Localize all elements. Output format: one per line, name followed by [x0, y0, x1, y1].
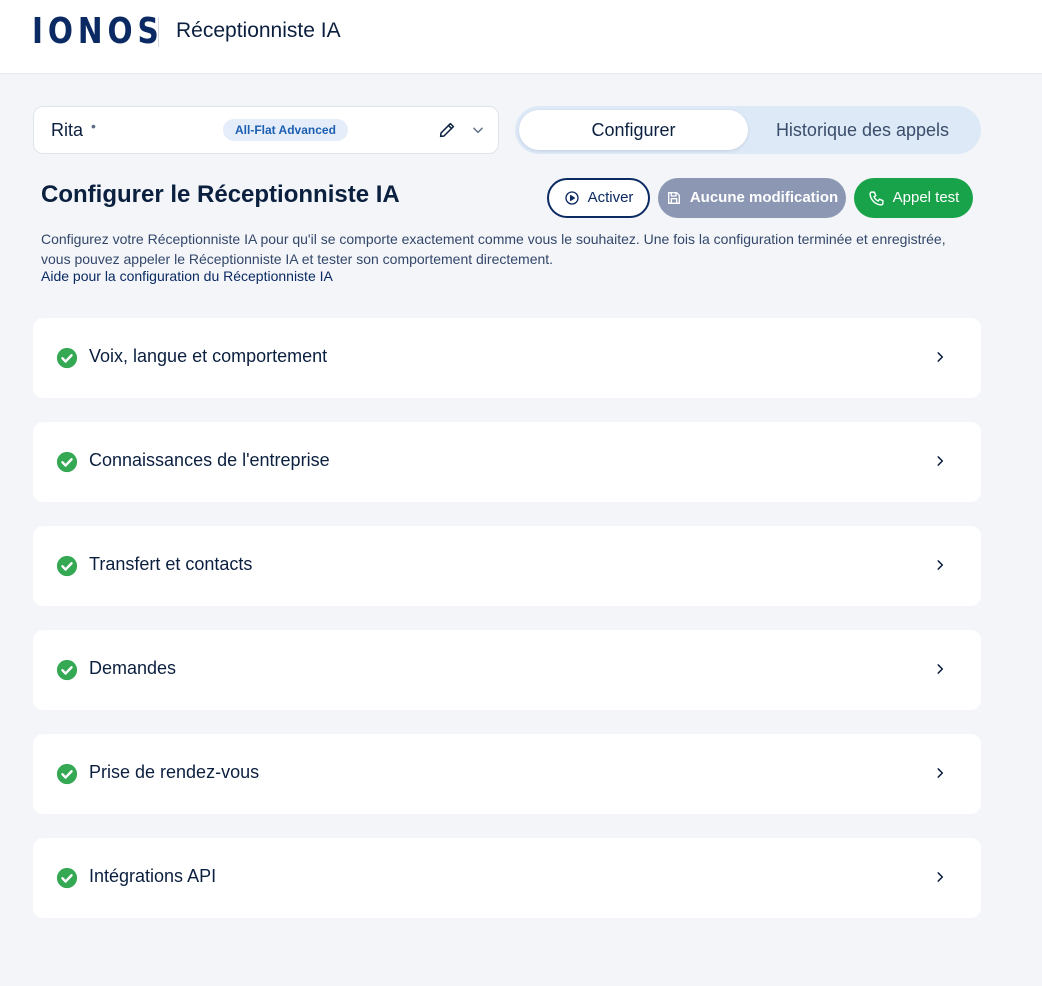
agent-separator: •	[91, 118, 96, 134]
activate-label: Activer	[587, 189, 634, 206]
check-circle-icon	[56, 451, 78, 473]
chevron-right-icon	[937, 352, 944, 362]
check-circle-icon	[56, 763, 78, 785]
save-button[interactable]: Aucune modification	[658, 178, 846, 218]
chevron-right-icon	[937, 872, 944, 882]
agent-selector[interactable]: Rita • All-Flat Advanced	[33, 106, 499, 154]
card-label: Intégrations API	[89, 866, 217, 886]
card-label: Voix, langue et comportement	[89, 346, 328, 366]
floppy-disk-icon	[667, 192, 680, 204]
card-label: Demandes	[89, 658, 177, 678]
save-label: Aucune modification	[689, 189, 839, 206]
config-card-voice[interactable]: Voix, langue et comportement	[33, 318, 981, 398]
chevron-down-icon[interactable]	[471, 123, 485, 137]
ionos-logo[interactable]: IONOS	[32, 14, 164, 50]
page-title: Configurer le Réceptionniste IA	[41, 181, 400, 208]
tab-configurer[interactable]: Configurer	[519, 110, 748, 150]
pencil-icon[interactable]	[438, 121, 456, 139]
card-label: Prise de rendez-vous	[89, 762, 260, 782]
config-card-requests[interactable]: Demandes	[33, 630, 981, 710]
chevron-right-icon	[937, 560, 944, 570]
config-card-knowledge[interactable]: Connaissances de l'entreprise	[33, 422, 981, 502]
card-label: Connaissances de l'entreprise	[89, 450, 330, 470]
phone-icon	[869, 190, 884, 206]
chevron-right-icon	[937, 456, 944, 466]
chevron-right-icon	[937, 664, 944, 674]
check-circle-icon	[56, 555, 78, 577]
agent-name: Rita	[51, 120, 84, 140]
config-card-transfer[interactable]: Transfert et contacts	[33, 526, 981, 606]
config-card-appointments[interactable]: Prise de rendez-vous	[33, 734, 981, 814]
logo-divider	[158, 17, 159, 47]
tab-historique[interactable]: Historique des appels	[748, 110, 977, 150]
check-circle-icon	[56, 347, 78, 369]
test-call-button[interactable]: Appel test	[854, 178, 973, 218]
top-bar: IONOS Réceptionniste IA	[0, 0, 1042, 74]
check-circle-icon	[56, 867, 78, 889]
activate-button[interactable]: Activer	[547, 178, 650, 218]
help-link[interactable]: Aide pour la configuration du Réceptionn…	[41, 268, 333, 284]
plan-badge: All-Flat Advanced	[223, 119, 348, 141]
check-circle-icon	[56, 659, 78, 681]
view-tabs: Configurer Historique des appels	[515, 106, 981, 154]
config-card-api[interactable]: Intégrations API	[33, 838, 981, 918]
card-label: Transfert et contacts	[89, 554, 253, 574]
section-description: Configurez votre Réceptionniste IA pour …	[41, 231, 946, 267]
chevron-right-icon	[937, 768, 944, 778]
app-title: Réceptionniste IA	[176, 19, 341, 42]
test-call-label: Appel test	[892, 189, 960, 206]
play-circle-icon	[564, 191, 579, 205]
